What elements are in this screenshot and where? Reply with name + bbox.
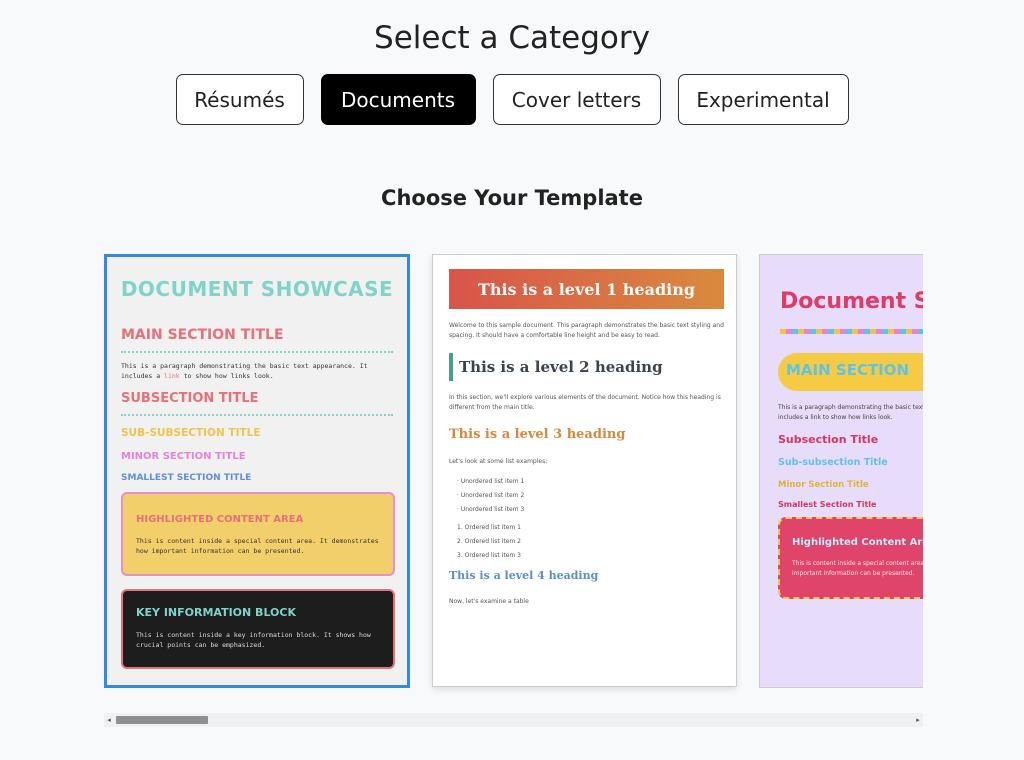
template-subsection: Subsection Title <box>778 433 879 446</box>
highlight-title: HIGHLIGHTED CONTENT AREA <box>136 514 304 525</box>
template-minor-section: MINOR SECTION TITLE <box>121 451 246 462</box>
ordered-item: 3. Ordered list item 3 <box>457 552 521 559</box>
horizontal-scrollbar[interactable]: ◂ ▸ <box>104 713 923 727</box>
intro-paragraph: Welcome to this sample document. This pa… <box>449 322 724 339</box>
scroll-right-icon[interactable]: ▸ <box>913 713 923 727</box>
category-cover-letters-button[interactable]: Cover letters <box>492 74 661 125</box>
main-section-pill: MAIN SECTION <box>778 353 923 391</box>
paragraph-link: link <box>164 372 180 380</box>
section-paragraph: In this section, we'll explore various e… <box>449 394 721 411</box>
table-intro: Now, let's examine a table <box>449 598 529 605</box>
template-paragraph: This is a paragraph demonstrating the ba… <box>121 361 393 381</box>
highlight-text: This is content inside a special content… <box>792 560 923 577</box>
template-title: DOCUMENT SHOWCASE <box>120 277 394 301</box>
highlight-title: Highlighted Content Area <box>792 537 923 548</box>
ordered-item: 2. Ordered list item 2 <box>457 538 521 545</box>
category-tabs: Résumés Documents Cover letters Experime… <box>0 74 1024 125</box>
template-smallest-section: Smallest Section Title <box>778 500 877 509</box>
template-subsection: SUBSECTION TITLE <box>121 391 259 406</box>
highlighted-content-box: HIGHLIGHTED CONTENT AREA This is content… <box>121 492 395 576</box>
highlighted-content-box: Highlighted Content Area This is content… <box>778 517 923 599</box>
list-intro: Let's look at some list examples: <box>449 458 548 465</box>
key-information-box: KEY INFORMATION BLOCK This is content in… <box>121 589 395 669</box>
list-item: Unordered list item 1 <box>460 478 525 485</box>
template-main-section: MAIN SECTION <box>786 361 910 379</box>
heading-level-4: This is a level 4 heading <box>449 569 599 582</box>
list-item: Unordered list item 2 <box>460 492 525 499</box>
highlight-text: This is content inside a special content… <box>136 537 379 555</box>
category-experimental-button[interactable]: Experimental <box>677 74 849 125</box>
scroll-left-icon[interactable]: ◂ <box>104 713 114 727</box>
heading-level-1: This is a level 1 heading <box>477 279 696 299</box>
list-item: Unordered list item 3 <box>460 506 525 513</box>
unordered-item: · Unordered list item 2 <box>457 492 525 499</box>
heading-banner: This is a level 1 heading <box>449 269 724 309</box>
dotted-divider <box>121 414 393 416</box>
dotted-divider <box>121 351 393 353</box>
scrollbar-thumb[interactable] <box>116 716 208 724</box>
paragraph-text-end: to show how links look. <box>179 372 274 380</box>
template-card-classic[interactable]: This is a level 1 heading Welcome to thi… <box>432 254 737 687</box>
category-resumes-button[interactable]: Résumés <box>175 74 304 125</box>
striped-divider <box>780 329 923 334</box>
template-paragraph: This is a paragraph demonstrating the ba… <box>778 404 923 421</box>
template-subsubsection: SUB-SUBSECTION TITLE <box>121 427 261 439</box>
template-section-title: Choose Your Template <box>381 186 643 210</box>
key-text: This is content inside a key information… <box>136 631 371 649</box>
category-documents-button[interactable]: Documents <box>320 74 476 125</box>
heading-level-2: This is a level 2 heading <box>449 353 663 381</box>
template-title: Document S <box>780 289 923 314</box>
template-card-playful[interactable]: Document S MAIN SECTION This is a paragr… <box>759 254 923 688</box>
template-subsubsection: Sub-subsection Title <box>778 457 888 468</box>
template-main-section: MAIN SECTION TITLE <box>121 327 284 343</box>
template-minor-section: Minor Section Title <box>778 480 869 490</box>
unordered-item: · Unordered list item 1 <box>457 478 525 485</box>
key-title: KEY INFORMATION BLOCK <box>136 606 297 619</box>
template-card-showcase[interactable]: DOCUMENT SHOWCASE MAIN SECTION TITLE Thi… <box>104 254 410 688</box>
template-smallest-section: SMALLEST SECTION TITLE <box>121 473 252 483</box>
heading-level-3: This is a level 3 heading <box>449 427 626 442</box>
unordered-item: · Unordered list item 3 <box>457 506 525 513</box>
ordered-item: 1. Ordered list item 1 <box>457 524 521 531</box>
template-carousel: DOCUMENT SHOWCASE MAIN SECTION TITLE Thi… <box>104 254 923 694</box>
page-title: Select a Category <box>374 20 650 56</box>
